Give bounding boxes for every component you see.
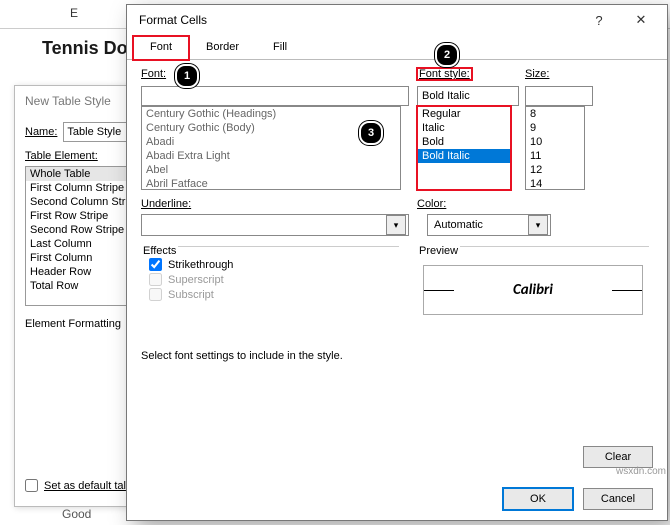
list-item[interactable]: 10 [526, 135, 584, 149]
size-list[interactable]: 8 9 10 11 12 14 [525, 106, 585, 190]
strikethrough-label: Strikethrough [168, 259, 233, 271]
watermark: wsxdn.com [616, 466, 666, 477]
color-label: Color: [417, 198, 446, 210]
list-item[interactable]: 11 [526, 149, 584, 163]
tab-strip: Font Border Fill [127, 35, 667, 60]
font-input[interactable] [141, 86, 409, 106]
size-label: Size: [525, 68, 549, 80]
tab-border[interactable]: Border [189, 36, 256, 60]
ok-button[interactable]: OK [503, 488, 573, 510]
tab-font[interactable]: Font [133, 36, 189, 60]
dialog-titlebar: Format Cells ? ✕ [127, 5, 667, 35]
sheet-title: Tennis Do [42, 38, 128, 59]
callout-2: 2 [435, 43, 459, 67]
font-style-input[interactable] [417, 86, 519, 106]
underline-label: Underline: [141, 198, 191, 210]
font-style-list[interactable]: Regular Italic Bold Bold Italic [417, 106, 511, 190]
font-list[interactable]: Century Gothic (Headings) Century Gothic… [141, 106, 401, 190]
cancel-button[interactable]: Cancel [583, 488, 653, 510]
list-item[interactable]: 14 [526, 177, 584, 190]
callout-3: 3 [359, 121, 383, 145]
format-cells-dialog: Format Cells ? ✕ Font Border Fill Font: … [126, 4, 668, 521]
list-item[interactable]: Abril Fatface [142, 177, 400, 190]
chevron-down-icon[interactable]: ▾ [386, 215, 406, 235]
effects-group: Effects Strikethrough Superscript Subscr… [141, 246, 399, 337]
list-item[interactable]: Bold [418, 135, 510, 149]
set-default-label: Set as default tal [44, 480, 126, 492]
chevron-down-icon[interactable]: ▾ [528, 215, 548, 235]
list-item[interactable]: Italic [418, 121, 510, 135]
color-value: Automatic [434, 219, 483, 231]
strikethrough-checkbox[interactable] [149, 258, 162, 271]
list-item[interactable]: 8 [526, 107, 584, 121]
list-item[interactable]: Regular [418, 107, 510, 121]
preview-group: Preview Calibri [417, 246, 649, 337]
list-item[interactable]: 12 [526, 163, 584, 177]
font-style-label: Font style: [417, 68, 472, 80]
set-default-row[interactable]: Set as default tal [25, 479, 126, 492]
callout-1: 1 [175, 64, 199, 88]
list-item[interactable]: Bold Italic [418, 149, 510, 163]
list-item[interactable]: Abel [142, 163, 400, 177]
column-label: E [70, 6, 78, 20]
effects-label: Effects [141, 245, 178, 257]
tab-fill[interactable]: Fill [256, 36, 304, 60]
subscript-checkbox [149, 288, 162, 301]
superscript-label: Superscript [168, 274, 224, 286]
list-item[interactable]: Abadi Extra Light [142, 149, 400, 163]
preview-label: Preview [417, 245, 460, 257]
good-label: Good [62, 507, 91, 521]
set-default-checkbox[interactable] [25, 479, 38, 492]
dialog-title: Format Cells [139, 13, 207, 27]
underline-dropdown[interactable]: ▾ [141, 214, 409, 236]
color-dropdown[interactable]: Automatic ▾ [427, 214, 551, 236]
help-icon[interactable]: ? [579, 6, 619, 34]
name-label: Name: [25, 126, 57, 138]
subscript-label: Subscript [168, 289, 214, 301]
dialog-body: Font: Font style: Size: Century Gothic (… [127, 60, 667, 76]
preview-text: Calibri [513, 281, 553, 299]
font-label: Font: [141, 68, 166, 80]
preview-box: Calibri [423, 265, 643, 315]
superscript-checkbox [149, 273, 162, 286]
close-icon[interactable]: ✕ [621, 6, 661, 34]
clear-button[interactable]: Clear [583, 446, 653, 468]
list-item[interactable]: Century Gothic (Headings) [142, 107, 400, 121]
list-item[interactable]: 9 [526, 121, 584, 135]
size-input[interactable] [525, 86, 593, 106]
dialog-note: Select font settings to include in the s… [141, 350, 343, 362]
